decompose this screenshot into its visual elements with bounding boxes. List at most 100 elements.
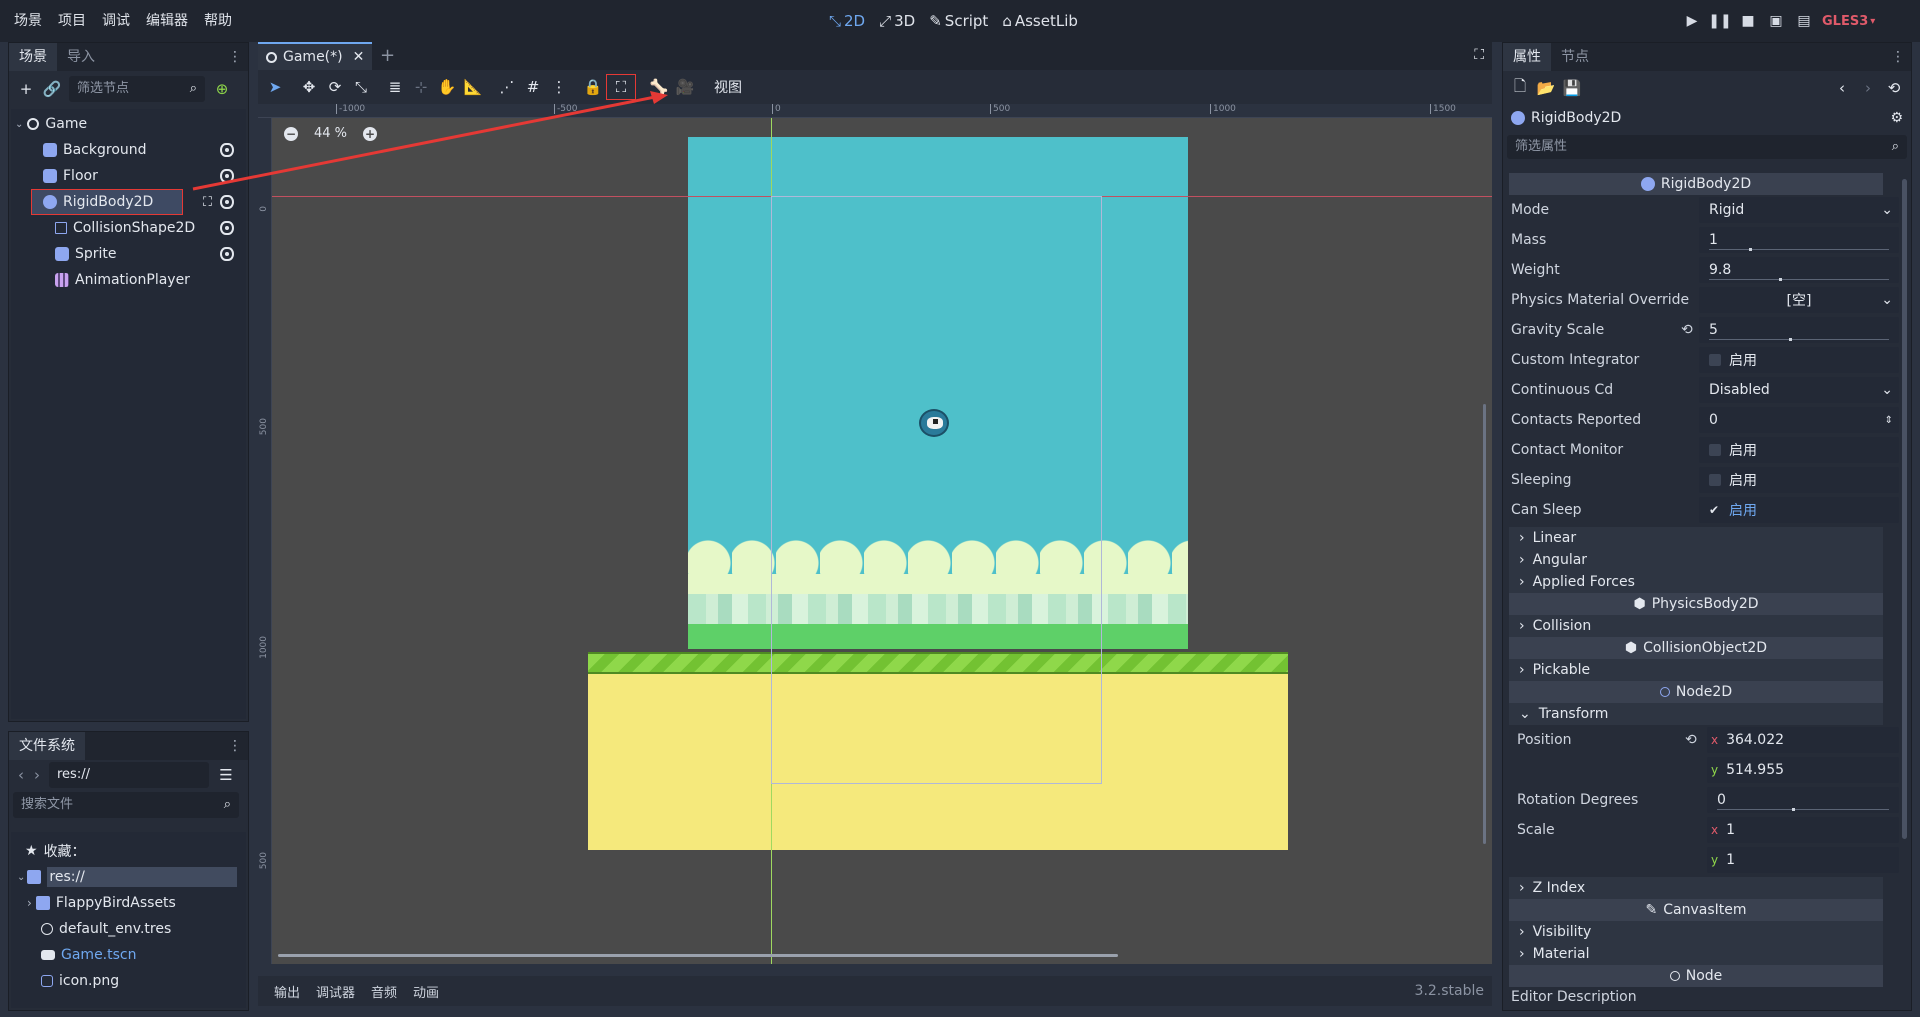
menu-scene[interactable]: 场景	[6, 0, 50, 42]
move-mode-icon[interactable]: ✥	[296, 74, 322, 100]
tree-item-collisionshape2d[interactable]: CollisionShape2D	[11, 215, 246, 241]
pivot-icon[interactable]: ⊹	[408, 74, 434, 100]
contacts-reported-spinbox[interactable]: 0 ⇕	[1699, 407, 1899, 433]
add-node-icon[interactable]: +	[13, 76, 39, 102]
visibility-eye-icon[interactable]	[220, 169, 234, 183]
instance-scene-icon[interactable]: ⊕	[209, 76, 235, 102]
tab-inspector[interactable]: 属性	[1503, 43, 1551, 71]
path-field[interactable]: res://	[49, 762, 209, 788]
more-icon[interactable]: ⋮	[228, 738, 242, 754]
canvas-viewport[interactable]: -1000 -500 0 500 1000 1500 0 500 1000 50…	[258, 104, 1492, 964]
tree-item-rigidbody2d[interactable]: RigidBody2D ⛶	[11, 189, 246, 215]
close-icon[interactable]: ✕	[353, 49, 365, 65]
tab-filesystem[interactable]: 文件系统	[9, 732, 85, 760]
gravity-scale-field[interactable]: 5	[1699, 317, 1899, 343]
zoom-in-icon[interactable]: +	[363, 126, 378, 141]
save-icon[interactable]: 💾	[1559, 75, 1585, 101]
view-menu[interactable]: 视图	[706, 77, 750, 97]
more-icon[interactable]: ⋮	[228, 49, 242, 65]
fold-applied-forces[interactable]: › Applied Forces	[1509, 571, 1883, 593]
mode-select[interactable]: Rigid ⌄	[1699, 197, 1899, 223]
fullscreen-icon[interactable]: ⛶	[1474, 47, 1484, 63]
revert-icon[interactable]: ⟲	[1681, 322, 1693, 338]
ruler-mode-icon[interactable]: 📐	[460, 74, 486, 100]
history-forward-icon[interactable]: ›	[1855, 75, 1881, 101]
continuous-cd-select[interactable]: Disabled ⌄	[1699, 377, 1899, 403]
forward-icon[interactable]: ›	[29, 762, 45, 788]
physics-material-picker[interactable]: [空] ⌄	[1699, 287, 1899, 313]
position-y-field[interactable]: y 514.955	[1707, 757, 1899, 783]
pan-mode-icon[interactable]: ✋	[434, 74, 460, 100]
custom-integrator-checkbox[interactable]: 启用	[1699, 347, 1899, 373]
renderer-select[interactable]: GLES3	[1822, 14, 1868, 29]
tab-debugger[interactable]: 调试器	[308, 982, 363, 1001]
smart-snap-icon[interactable]: ⋰	[494, 74, 520, 100]
object-properties-icon[interactable]: ⚙	[1890, 110, 1903, 126]
tree-item-floor[interactable]: Floor	[11, 163, 246, 189]
contact-monitor-checkbox[interactable]: 启用	[1699, 437, 1899, 463]
horizontal-scrollbar[interactable]	[278, 954, 1118, 957]
zoom-out-icon[interactable]: −	[284, 126, 298, 141]
fold-transform[interactable]: ⌄ Transform	[1509, 703, 1883, 725]
fold-collision[interactable]: › Collision	[1509, 615, 1883, 637]
sleeping-checkbox[interactable]: 启用	[1699, 467, 1899, 493]
tab-game-scene[interactable]: Game(*) ✕	[258, 42, 373, 70]
tree-item-sprite[interactable]: Sprite	[11, 241, 246, 267]
can-sleep-checkbox[interactable]: ✔ 启用	[1699, 497, 1899, 523]
fold-linear[interactable]: › Linear	[1509, 527, 1883, 549]
workspace-script-button[interactable]: ✎ Script	[922, 0, 995, 42]
tree-item-animationplayer[interactable]: AnimationPlayer	[11, 267, 246, 293]
fold-visibility[interactable]: › Visibility	[1509, 921, 1883, 943]
pause-icon[interactable]: ❚❚	[1706, 0, 1734, 42]
play-custom-scene-icon[interactable]: ▤	[1790, 0, 1818, 42]
link-icon[interactable]: 🔗	[39, 76, 65, 102]
group-children-icon[interactable]: ⛶	[606, 74, 636, 100]
tab-audio[interactable]: 音频	[363, 982, 405, 1001]
fold-z-index[interactable]: › Z Index	[1509, 877, 1883, 899]
mass-field[interactable]: 1	[1699, 227, 1899, 253]
more-icon[interactable]: ⋮	[1891, 49, 1905, 65]
file-item-game-tscn[interactable]: Game.tscn	[11, 942, 246, 968]
snap-options-icon[interactable]: ⋮	[546, 74, 572, 100]
file-item-favorites[interactable]: ★ 收藏：	[11, 838, 246, 864]
stop-icon[interactable]: ■	[1734, 0, 1762, 42]
tree-item-game[interactable]: ⌄ Game	[11, 111, 246, 137]
vertical-scrollbar[interactable]	[1483, 404, 1486, 844]
history-icon[interactable]: ⟲	[1881, 75, 1907, 101]
file-search-input[interactable]: 搜索文件 ⌕	[13, 792, 239, 818]
visibility-eye-icon[interactable]	[220, 247, 234, 261]
open-folder-icon[interactable]: 📂	[1533, 75, 1559, 101]
camera-override-icon[interactable]: 🎥	[672, 74, 698, 100]
position-x-field[interactable]: x 364.022	[1707, 727, 1899, 753]
menu-debug[interactable]: 调试	[94, 0, 138, 42]
play-icon[interactable]: ▶	[1678, 0, 1706, 42]
play-scene-icon[interactable]: ▣	[1762, 0, 1790, 42]
revert-icon[interactable]: ⟲	[1685, 732, 1697, 748]
skeleton-bone-icon[interactable]: 🦴	[646, 74, 672, 100]
tree-item-background[interactable]: Background	[11, 137, 246, 163]
menu-project[interactable]: 项目	[50, 0, 94, 42]
file-item-icon-png[interactable]: icon.png	[11, 968, 246, 994]
workspace-assetlib-button[interactable]: ⌂ AssetLib	[995, 0, 1085, 42]
weight-field[interactable]: 9.8	[1699, 257, 1899, 283]
back-icon[interactable]: ‹	[13, 762, 29, 788]
list-select-icon[interactable]: ≣	[382, 74, 408, 100]
bird-sprite[interactable]	[919, 409, 949, 437]
tab-animation[interactable]: 动画	[405, 982, 447, 1001]
visibility-eye-icon[interactable]	[220, 221, 234, 235]
workspace-3d-button[interactable]: ⤢ 3D	[872, 0, 922, 42]
new-tab-icon[interactable]: +	[380, 45, 395, 66]
workspace-2d-button[interactable]: ⤡ 2D	[822, 0, 872, 42]
tab-scene[interactable]: 场景	[9, 43, 57, 71]
rotation-field[interactable]: 0	[1707, 787, 1899, 813]
scale-y-field[interactable]: y1	[1707, 847, 1899, 873]
split-view-icon[interactable]: ☰	[213, 762, 239, 788]
file-item-default-env[interactable]: default_env.tres	[11, 916, 246, 942]
visibility-eye-icon[interactable]	[220, 143, 234, 157]
group-selected-icon[interactable]: ⛶	[203, 195, 212, 210]
inspector-scrollbar[interactable]	[1902, 179, 1907, 839]
lock-icon[interactable]: 🔒	[580, 74, 606, 100]
tab-node[interactable]: 节点	[1551, 43, 1599, 71]
menu-help[interactable]: 帮助	[196, 0, 240, 42]
spinner-icon[interactable]: ⇕	[1885, 415, 1893, 426]
